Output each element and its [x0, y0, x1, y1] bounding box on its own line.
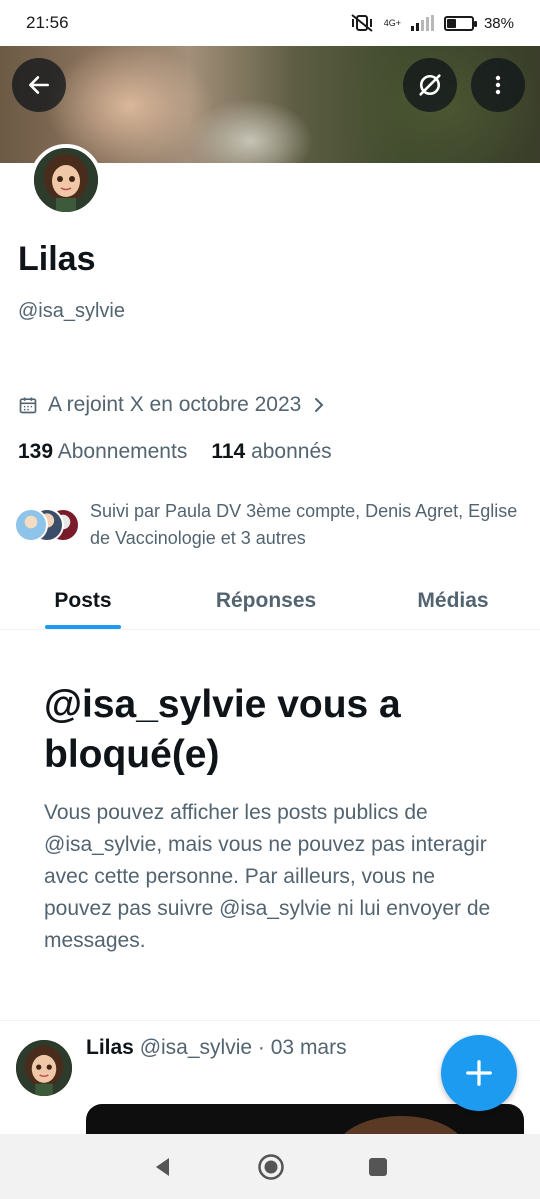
home-nav-icon[interactable] — [257, 1153, 285, 1181]
joined-date[interactable]: A rejoint X en octobre 2023 — [18, 393, 327, 417]
blocked-title: @isa_sylvie vous a bloqué(e) — [44, 683, 401, 776]
profile-name: Lilas — [18, 240, 96, 278]
tab-media[interactable]: Médias — [366, 572, 540, 629]
slash-circle-icon — [419, 74, 441, 96]
following-link[interactable]: 139 Abonnements — [18, 440, 187, 464]
following-label: Abonnements — [57, 440, 188, 463]
calendar-icon — [19, 397, 37, 414]
compose-button[interactable] — [441, 1035, 517, 1111]
more-vertical-icon — [495, 75, 501, 95]
mini-avatar — [14, 508, 48, 542]
joined-label: A rejoint X en octobre 2023 — [48, 393, 302, 416]
profile-avatar[interactable] — [30, 144, 102, 216]
tab-active-indicator — [45, 625, 121, 629]
blocked-message: Vous pouvez afficher les posts publics d… — [44, 801, 491, 952]
tab-label: Posts — [54, 588, 112, 612]
battery-icon — [443, 15, 477, 31]
back-button[interactable] — [12, 58, 66, 112]
follow-stats: 139 Abonnements 114 abonnés — [18, 440, 332, 464]
post-date: 03 mars — [270, 1036, 347, 1059]
followers-label: abonnés — [251, 440, 332, 463]
tab-label: Réponses — [215, 588, 317, 612]
followed-by[interactable]: Suivi par Paula DV 3ème compte, Denis Ag… — [14, 498, 540, 552]
post-media[interactable] — [86, 1104, 524, 1134]
following-count: 139 — [18, 440, 54, 463]
divider — [0, 1020, 540, 1021]
followed-by-text: Suivi par Paula DV 3ème compte, Denis Ag… — [90, 501, 518, 548]
network-type: 4G+ — [383, 17, 401, 28]
profile-handle: @isa_sylvie — [18, 300, 126, 322]
post-header: Lilas @isa_sylvie · 03 mars — [86, 1036, 347, 1060]
tab-replies[interactable]: Réponses — [166, 572, 366, 629]
post-author-handle: @isa_sylvie — [139, 1036, 253, 1059]
post-author-name[interactable]: Lilas — [86, 1036, 134, 1059]
battery-percent: 38% — [483, 14, 514, 32]
recents-nav-icon[interactable] — [367, 1156, 389, 1178]
avatar-image — [34, 148, 98, 212]
tab-posts[interactable]: Posts — [0, 572, 166, 629]
tab-label: Médias — [417, 588, 489, 612]
chevron-right-icon — [315, 398, 324, 412]
status-bar: 21:56 4G+ 38% — [0, 0, 540, 46]
signal-icon — [410, 15, 434, 31]
vibrate-off-icon — [351, 14, 373, 32]
post-separator: · — [257, 1036, 265, 1059]
status-time: 21:56 — [26, 13, 69, 32]
arrow-left-icon — [29, 76, 49, 94]
media-image — [336, 1116, 466, 1134]
avatar-image — [16, 1040, 72, 1096]
status-icons: 4G+ 38% — [350, 13, 514, 33]
grok-button[interactable] — [403, 58, 457, 112]
post-avatar[interactable] — [16, 1040, 72, 1096]
plus-icon — [466, 1060, 492, 1086]
more-button[interactable] — [471, 58, 525, 112]
profile-tabs: Posts Réponses Médias — [0, 572, 540, 630]
followers-link[interactable]: 114 abonnés — [211, 440, 331, 464]
followers-count: 114 — [211, 440, 246, 463]
followers-avatars — [14, 508, 80, 544]
back-nav-icon[interactable] — [151, 1155, 175, 1179]
system-nav-bar — [0, 1134, 540, 1199]
profile-banner — [0, 46, 540, 163]
